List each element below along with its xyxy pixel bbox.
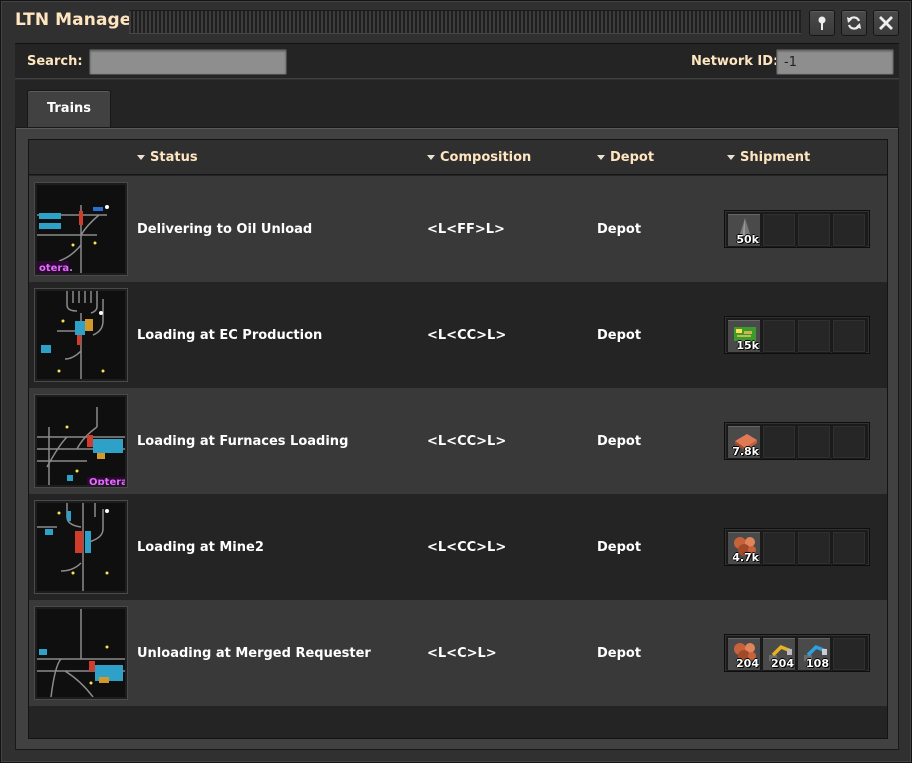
shipment-empty-slot xyxy=(762,425,796,459)
depot-cell[interactable]: Depot xyxy=(597,540,641,555)
close-icon xyxy=(879,16,893,30)
trains-table: Status Composition Depot Shipment otera.… xyxy=(28,139,888,739)
column-label: Shipment xyxy=(740,150,811,165)
shipment-empty-slot xyxy=(762,319,796,353)
depot-cell[interactable]: Depot xyxy=(597,646,641,661)
minimap-label: otera. xyxy=(39,263,73,273)
item-count: 50k xyxy=(736,233,759,246)
item-count: 204 xyxy=(736,657,759,670)
shipment-item[interactable]: 108 xyxy=(797,637,831,671)
status-cell: Loading at Furnaces Loading xyxy=(137,434,349,449)
sort-arrow-icon xyxy=(597,155,605,160)
network-id-label: Network ID: xyxy=(691,54,779,69)
table-header: Status Composition Depot Shipment xyxy=(29,140,887,175)
shipment-slots: 7.8k xyxy=(724,422,870,460)
sort-arrow-icon xyxy=(137,155,145,160)
composition-cell: <L<CC>L> xyxy=(427,328,507,343)
train-minimap[interactable] xyxy=(34,500,128,594)
column-header-composition[interactable]: Composition xyxy=(427,150,531,165)
shipment-empty-slot xyxy=(797,319,831,353)
shipment-empty-slot xyxy=(797,213,831,247)
shipment-empty-slot xyxy=(832,637,866,671)
shipment-slots: 204 204 108 xyxy=(724,634,870,672)
column-label: Depot xyxy=(610,150,655,165)
item-count: 204 xyxy=(771,657,794,670)
status-cell: Loading at EC Production xyxy=(137,328,323,343)
item-count: 7.8k xyxy=(732,445,759,458)
composition-cell: <L<FF>L> xyxy=(427,222,505,237)
ltn-manager-window: LTN Manager Search: Network ID: -1 Train… xyxy=(0,0,912,763)
depot-cell[interactable]: Depot xyxy=(597,328,641,343)
table-row[interactable]: Unloading at Merged Requester <L<C>L> De… xyxy=(29,600,887,706)
shipment-item[interactable]: 4.7k xyxy=(727,531,761,565)
shipment-empty-slot xyxy=(762,213,796,247)
table-row[interactable]: Loading at Mine2 <L<CC>L> Depot 4.7k xyxy=(29,494,887,600)
tab-bar: Trains xyxy=(15,80,899,128)
depot-cell[interactable]: Depot xyxy=(597,222,641,237)
shipment-empty-slot xyxy=(797,531,831,565)
shipment-slots: 50k xyxy=(724,210,870,248)
status-cell: Delivering to Oil Unload xyxy=(137,222,313,237)
shipment-item[interactable]: 15k xyxy=(727,319,761,353)
refresh-icon xyxy=(847,16,861,30)
table-row[interactable]: Loading at EC Production <L<CC>L> Depot … xyxy=(29,282,887,388)
status-cell: Loading at Mine2 xyxy=(137,540,264,555)
pin-icon xyxy=(818,16,826,30)
composition-cell: <L<C>L> xyxy=(427,646,497,661)
table-row[interactable]: Optera Loading at Furnaces Loading <L<CC… xyxy=(29,388,887,494)
shipment-empty-slot xyxy=(797,425,831,459)
pin-button[interactable] xyxy=(809,10,835,36)
title-bar[interactable]: LTN Manager xyxy=(1,1,912,43)
search-input[interactable] xyxy=(89,49,287,75)
sort-arrow-icon xyxy=(727,155,735,160)
minimap-label: Optera xyxy=(89,477,125,485)
tab-trains[interactable]: Trains xyxy=(27,90,111,128)
trains-panel: Status Composition Depot Shipment otera.… xyxy=(15,127,899,750)
train-minimap[interactable]: Optera xyxy=(34,394,128,488)
item-count: 4.7k xyxy=(732,551,759,564)
train-minimap[interactable]: otera. xyxy=(34,182,128,276)
shipment-item[interactable]: 7.8k xyxy=(727,425,761,459)
toolbar: Search: Network ID: xyxy=(15,43,899,79)
network-id-input[interactable] xyxy=(776,49,894,75)
depot-cell[interactable]: Depot xyxy=(597,434,641,449)
shipment-slots: 4.7k xyxy=(724,528,870,566)
shipment-empty-slot xyxy=(832,425,866,459)
shipment-empty-slot xyxy=(832,531,866,565)
sort-arrow-icon xyxy=(427,155,435,160)
column-label: Composition xyxy=(440,150,532,165)
refresh-button[interactable] xyxy=(841,10,867,36)
item-count: 108 xyxy=(806,657,829,670)
drag-handle[interactable] xyxy=(129,10,801,34)
shipment-empty-slot xyxy=(832,319,866,353)
column-header-status[interactable]: Status xyxy=(137,150,198,165)
status-cell: Unloading at Merged Requester xyxy=(137,646,371,661)
shipment-item[interactable]: 204 xyxy=(762,637,796,671)
column-header-depot[interactable]: Depot xyxy=(597,150,654,165)
composition-cell: <L<CC>L> xyxy=(427,434,507,449)
item-count: 15k xyxy=(736,339,759,352)
close-button[interactable] xyxy=(873,10,899,36)
search-label: Search: xyxy=(27,54,83,69)
column-label: Status xyxy=(150,150,198,165)
train-minimap[interactable] xyxy=(34,606,128,700)
train-minimap[interactable] xyxy=(34,288,128,382)
shipment-item[interactable]: 204 xyxy=(727,637,761,671)
shipment-empty-slot xyxy=(762,531,796,565)
shipment-empty-slot xyxy=(832,213,866,247)
column-header-shipment[interactable]: Shipment xyxy=(727,150,810,165)
table-row[interactable]: otera. Delivering to Oil Unload <L<FF>L>… xyxy=(29,176,887,282)
window-title: LTN Manager xyxy=(15,10,140,30)
shipment-item[interactable]: 50k xyxy=(727,213,761,247)
shipment-slots: 15k xyxy=(724,316,870,354)
composition-cell: <L<CC>L> xyxy=(427,540,507,555)
